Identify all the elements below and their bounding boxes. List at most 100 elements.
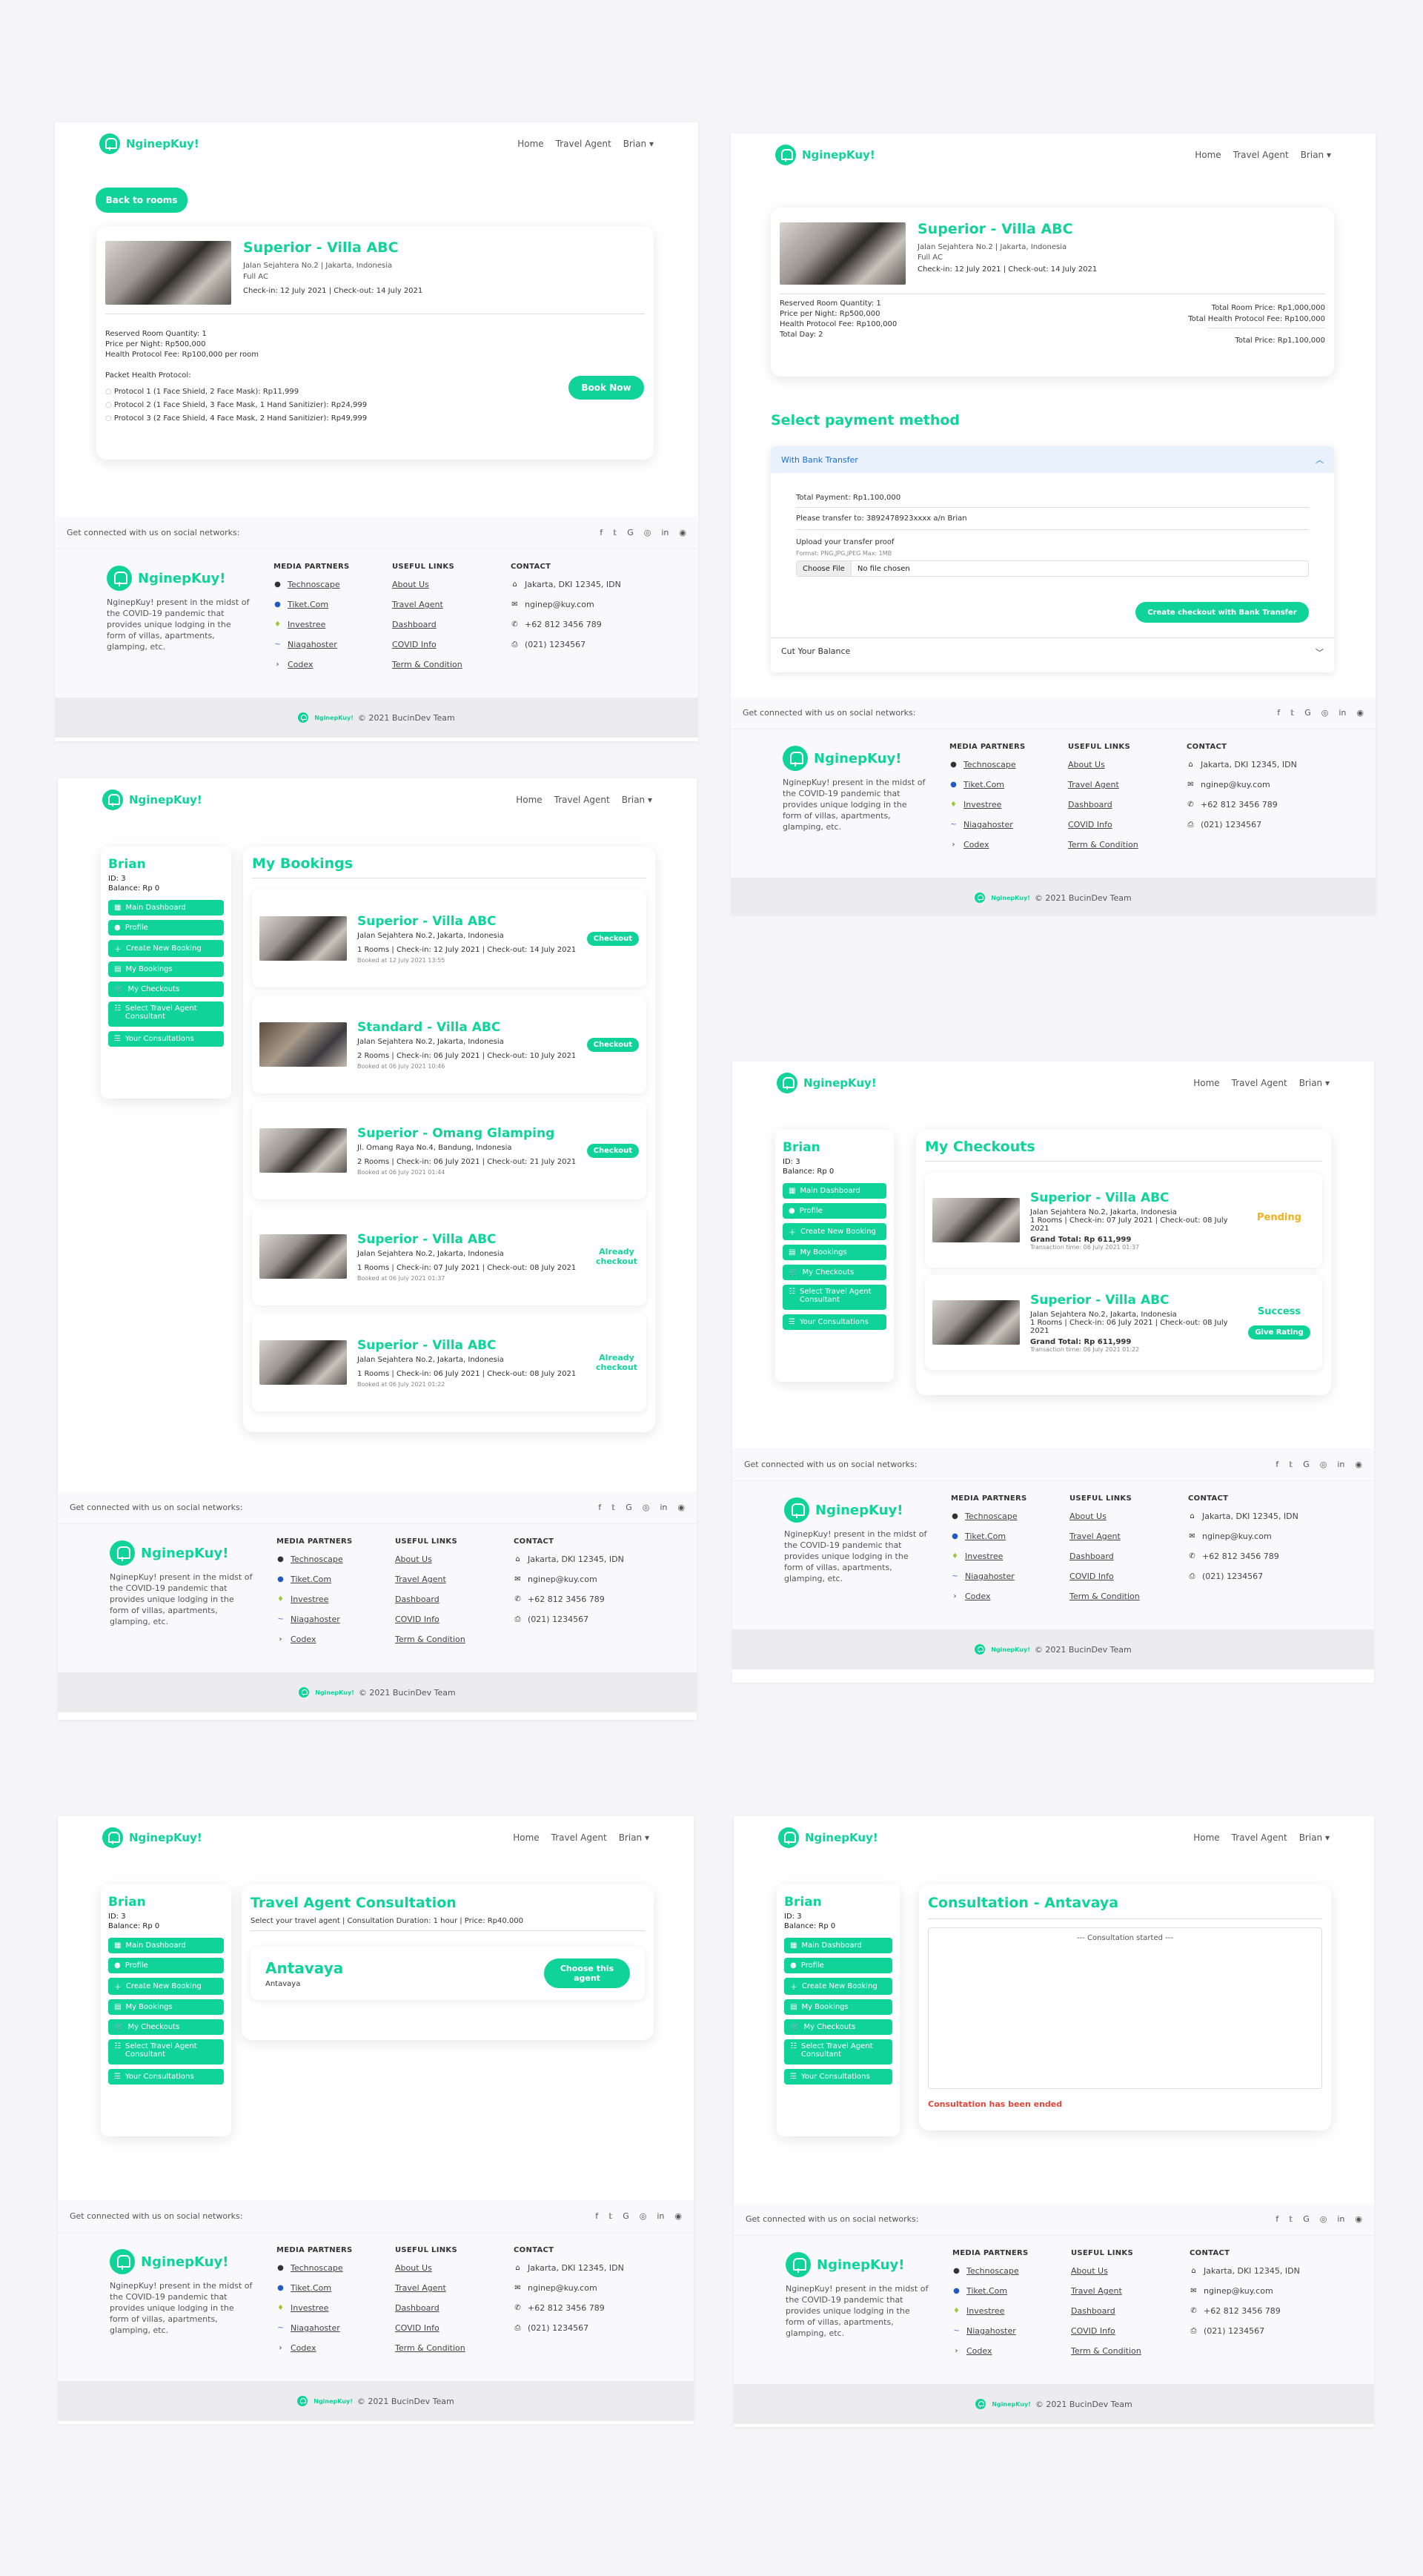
menu-my-bookings[interactable]: ▤ My Bookings <box>108 961 224 977</box>
checkout-button[interactable]: Checkout <box>586 931 639 946</box>
google-icon[interactable]: G <box>1303 1460 1310 1469</box>
link-travel-agent[interactable]: Travel Agent <box>395 2283 465 2293</box>
link-travel-agent[interactable]: Travel Agent <box>1069 1532 1140 1541</box>
facebook-icon[interactable]: f <box>595 2211 598 2221</box>
nav-travel-agent[interactable]: Travel Agent <box>551 1832 607 1843</box>
media-niagahoster[interactable]: ~ Niagahoster <box>276 1615 353 1624</box>
link-travel-agent[interactable]: Travel Agent <box>1071 2286 1141 2296</box>
nav-travel-agent[interactable]: Travel Agent <box>556 139 611 149</box>
nav-user-dropdown[interactable]: Brian <box>619 1832 649 1843</box>
instagram-icon[interactable]: ◎ <box>640 2211 647 2221</box>
media-codex[interactable]: › Codex <box>949 840 1026 850</box>
media-investree[interactable]: ♦ Investree <box>276 1595 353 1604</box>
bank-transfer-header[interactable]: With Bank Transfer ︿ <box>771 446 1334 473</box>
brand-logo[interactable]: NginepKuy! <box>778 1827 878 1848</box>
link-about[interactable]: About Us <box>392 580 462 589</box>
twitter-icon[interactable]: 𝕥 <box>608 2211 612 2221</box>
twitter-icon[interactable]: 𝕥 <box>1290 708 1294 718</box>
menu-main-dashboard[interactable]: ▦ Main Dashboard <box>784 1938 892 1953</box>
instagram-icon[interactable]: ◎ <box>643 1503 650 1512</box>
brand-logo[interactable]: NginepKuy! <box>777 1073 877 1093</box>
instagram-icon[interactable]: ◎ <box>1321 708 1329 718</box>
menu-create-booking[interactable]: ＋ Create New Booking <box>108 1978 224 1995</box>
instagram-icon[interactable]: ◎ <box>1320 2214 1327 2224</box>
media-codex[interactable]: › Codex <box>951 1592 1027 1601</box>
menu-my-checkouts[interactable]: 🛒 My Checkouts <box>784 2019 892 2035</box>
menu-my-checkouts[interactable]: 🛒 My Checkouts <box>783 1265 886 1280</box>
nav-travel-agent[interactable]: Travel Agent <box>554 795 610 805</box>
nav-home[interactable]: Home <box>513 1832 539 1843</box>
facebook-icon[interactable]: f <box>598 1503 601 1512</box>
link-travel-agent[interactable]: Travel Agent <box>1068 780 1138 789</box>
media-investree[interactable]: ♦ Investree <box>949 800 1026 809</box>
linkedin-icon[interactable]: in <box>660 1503 667 1512</box>
choose-agent-button[interactable]: Choose this agent <box>544 1959 630 1988</box>
brand-logo[interactable]: NginepKuy! <box>99 133 199 154</box>
nav-travel-agent[interactable]: Travel Agent <box>1232 1078 1287 1088</box>
link-covid[interactable]: COVID Info <box>1068 820 1138 830</box>
menu-profile[interactable]: ● Profile <box>108 920 224 936</box>
twitter-icon[interactable]: 𝕥 <box>1289 2214 1293 2224</box>
linkedin-icon[interactable]: in <box>661 528 669 537</box>
media-investree[interactable]: ♦ Investree <box>273 620 350 629</box>
media-tiket[interactable]: ● Tiket.Com <box>949 780 1026 789</box>
github-icon[interactable]: ◉ <box>674 2211 682 2221</box>
media-codex[interactable]: › Codex <box>952 2346 1029 2356</box>
media-codex[interactable]: › Codex <box>276 1635 353 1644</box>
menu-create-booking[interactable]: ＋ Create New Booking <box>108 940 224 957</box>
link-dashboard[interactable]: Dashboard <box>1069 1552 1140 1561</box>
link-about[interactable]: About Us <box>395 1554 465 1564</box>
nav-user-dropdown[interactable]: Brian <box>622 795 652 805</box>
instagram-icon[interactable]: ◎ <box>1320 1460 1327 1469</box>
menu-your-consultations[interactable]: ☰ Your Consultations <box>108 2069 224 2085</box>
media-niagahoster[interactable]: ~ Niagahoster <box>273 640 350 649</box>
link-covid[interactable]: COVID Info <box>395 2323 465 2333</box>
link-terms[interactable]: Term & Condition <box>395 2343 465 2353</box>
menu-profile[interactable]: ● Profile <box>784 1958 892 1973</box>
link-covid[interactable]: COVID Info <box>1069 1572 1140 1581</box>
link-about[interactable]: About Us <box>1069 1512 1140 1521</box>
link-dashboard[interactable]: Dashboard <box>392 620 462 629</box>
menu-your-consultations[interactable]: ☰ Your Consultations <box>784 2069 892 2085</box>
media-technoscape[interactable]: ● Technoscape <box>952 2266 1029 2276</box>
media-niagahoster[interactable]: ~ Niagahoster <box>951 1572 1027 1581</box>
nav-user-dropdown[interactable]: Brian <box>1299 1078 1330 1088</box>
github-icon[interactable]: ◉ <box>679 528 686 537</box>
menu-select-agent[interactable]: ☷ Select Travel Agent Consultant <box>108 1001 224 1027</box>
menu-create-booking[interactable]: ＋ Create New Booking <box>783 1223 886 1240</box>
link-terms[interactable]: Term & Condition <box>395 1635 465 1644</box>
nav-home[interactable]: Home <box>1193 1078 1219 1088</box>
github-icon[interactable]: ◉ <box>1356 708 1364 718</box>
google-icon[interactable]: G <box>623 2211 629 2221</box>
link-dashboard[interactable]: Dashboard <box>395 1595 465 1604</box>
menu-select-agent[interactable]: ☷ Select Travel Agent Consultant <box>783 1285 886 1310</box>
link-dashboard[interactable]: Dashboard <box>1071 2306 1141 2316</box>
media-niagahoster[interactable]: ~ Niagahoster <box>952 2326 1029 2336</box>
google-icon[interactable]: G <box>1303 2214 1310 2224</box>
google-icon[interactable]: G <box>626 1503 632 1512</box>
media-technoscape[interactable]: ● Technoscape <box>276 1554 353 1564</box>
chat-log[interactable]: --- Consultation started --- <box>928 1927 1322 2089</box>
menu-select-agent[interactable]: ☷ Select Travel Agent Consultant <box>108 2039 224 2065</box>
menu-my-bookings[interactable]: ▤ My Bookings <box>784 1999 892 2015</box>
nav-home[interactable]: Home <box>1195 150 1221 160</box>
link-travel-agent[interactable]: Travel Agent <box>392 600 462 609</box>
link-terms[interactable]: Term & Condition <box>392 660 462 669</box>
twitter-icon[interactable]: 𝕥 <box>613 528 617 537</box>
instagram-icon[interactable]: ◎ <box>644 528 651 537</box>
menu-profile[interactable]: ● Profile <box>108 1958 224 1973</box>
menu-your-consultations[interactable]: ☰ Your Consultations <box>783 1314 886 1330</box>
github-icon[interactable]: ◉ <box>1355 1460 1362 1469</box>
create-checkout-button[interactable]: Create checkout with Bank Transfer <box>1135 602 1309 623</box>
choose-file-button[interactable]: Choose File <box>797 561 852 576</box>
menu-my-checkouts[interactable]: 🛒 My Checkouts <box>108 2019 224 2035</box>
link-travel-agent[interactable]: Travel Agent <box>395 1575 465 1584</box>
menu-my-checkouts[interactable]: 🛒 My Checkouts <box>108 981 224 997</box>
checkout-button[interactable]: Checkout <box>586 1037 639 1052</box>
media-tiket[interactable]: ● Tiket.Com <box>952 2286 1029 2296</box>
facebook-icon[interactable]: f <box>1276 1460 1278 1469</box>
nav-travel-agent[interactable]: Travel Agent <box>1232 1832 1287 1843</box>
linkedin-icon[interactable]: in <box>1337 1460 1344 1469</box>
menu-my-bookings[interactable]: ▤ My Bookings <box>108 1999 224 2015</box>
menu-create-booking[interactable]: ＋ Create New Booking <box>784 1978 892 1995</box>
